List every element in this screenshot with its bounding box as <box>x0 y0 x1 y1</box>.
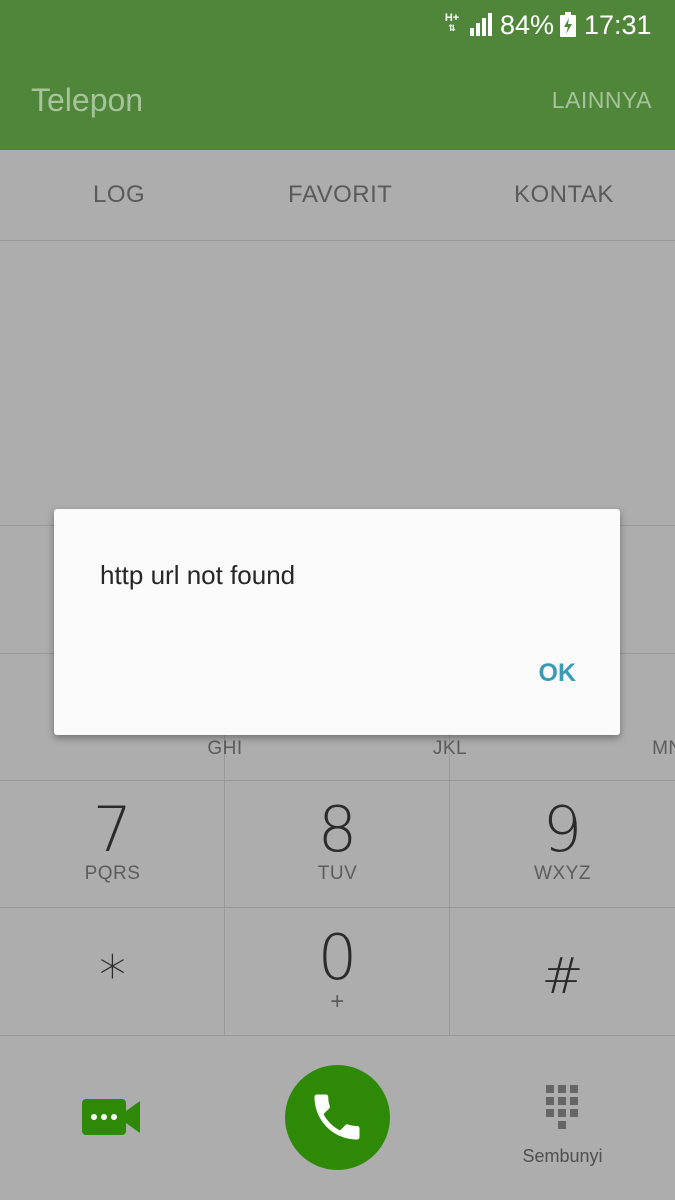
dial-key-number: * <box>99 944 126 1007</box>
dial-key-letters: WXYZ <box>534 863 591 884</box>
tab-bar: LOG FAVORIT KONTAK <box>0 150 675 241</box>
app-bar: Telepon LAINNYA <box>0 50 675 150</box>
dial-key-7[interactable]: 7 PQRS <box>0 797 225 885</box>
dial-key-hash[interactable]: # <box>450 943 675 1009</box>
dial-key-star[interactable]: * <box>0 943 225 1009</box>
dial-key-8[interactable]: 8 TUV <box>225 797 450 885</box>
battery-percent: 84% <box>500 10 555 40</box>
dial-key-number: 0 <box>317 921 358 994</box>
action-bar: Sembunyi <box>0 1035 675 1200</box>
dial-key-number: 7 <box>92 793 133 866</box>
hide-keypad-label: Sembunyi <box>522 1146 603 1166</box>
keypad-icon <box>546 1085 578 1129</box>
network-type-indicator: H+ ⇅ <box>444 12 460 33</box>
dial-key-letters: PQRS <box>84 863 141 884</box>
tab-kontak[interactable]: KONTAK <box>514 180 614 210</box>
dial-key-number: 8 <box>317 793 358 866</box>
dial-key-0[interactable]: 0 + <box>225 921 450 1015</box>
dial-key-number: # <box>541 947 584 1005</box>
dialog-message: http url not found <box>100 560 296 590</box>
status-bar: H+ ⇅ 84% 17:31 <box>0 0 675 50</box>
app-title: Telepon <box>31 82 144 118</box>
divider <box>0 780 675 781</box>
clock: 17:31 <box>584 10 652 40</box>
call-button[interactable] <box>285 1065 390 1170</box>
dial-key-9[interactable]: 9 WXYZ <box>450 797 675 885</box>
number-display <box>0 241 675 525</box>
signal-strength-icon <box>470 13 492 36</box>
tab-log[interactable]: LOG <box>93 180 145 210</box>
divider <box>0 907 675 908</box>
dial-key-letters: MNO <box>652 738 675 759</box>
battery-charging-icon <box>560 12 576 37</box>
dial-key-letters: + <box>330 988 345 1015</box>
dial-key-letters: TUV <box>317 863 358 884</box>
hide-keypad-button[interactable]: Sembunyi <box>510 1075 615 1175</box>
more-menu-button[interactable]: LAINNYA <box>552 85 652 115</box>
phone-icon <box>314 1094 360 1140</box>
ok-button[interactable]: OK <box>539 657 577 689</box>
divider <box>0 1035 675 1036</box>
tab-favorit[interactable]: FAVORIT <box>288 180 392 210</box>
alert-dialog: http url not found OK <box>54 509 620 735</box>
video-call-icon[interactable] <box>80 1095 144 1139</box>
dial-key-number: 9 <box>542 793 583 866</box>
